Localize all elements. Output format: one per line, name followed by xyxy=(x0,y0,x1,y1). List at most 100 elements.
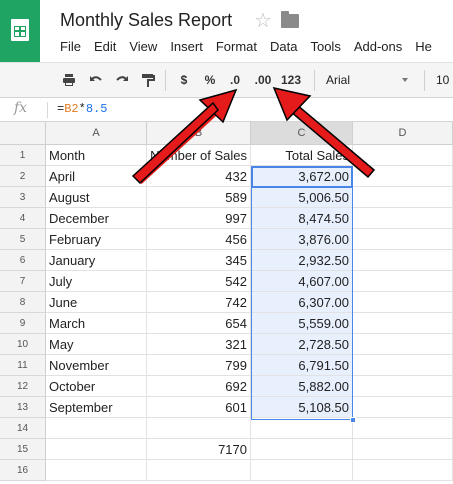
row-header[interactable]: 8 xyxy=(0,292,46,313)
cell-d3[interactable] xyxy=(353,187,453,208)
cell-c3[interactable]: 5,006.50 xyxy=(251,187,353,208)
cell-c12[interactable]: 5,882.00 xyxy=(251,376,353,397)
cell-a6[interactable]: January xyxy=(46,250,147,271)
row-header[interactable]: 15 xyxy=(0,439,46,460)
menu-file[interactable]: File xyxy=(60,39,81,55)
cell-b13[interactable]: 601 xyxy=(147,397,251,418)
cell-b7[interactable]: 542 xyxy=(147,271,251,292)
cell-d1[interactable] xyxy=(353,145,453,166)
cell-b4[interactable]: 997 xyxy=(147,208,251,229)
currency-format-button[interactable]: $ xyxy=(176,63,192,97)
undo-icon[interactable] xyxy=(89,73,103,87)
cell-c11[interactable]: 6,791.50 xyxy=(251,355,353,376)
cell-a5[interactable]: February xyxy=(46,229,147,250)
cell-a9[interactable]: March xyxy=(46,313,147,334)
formula-input[interactable]: =B2*8.5 xyxy=(57,102,107,116)
cell-c5[interactable]: 3,876.00 xyxy=(251,229,353,250)
more-formats-button[interactable]: 123 xyxy=(276,63,306,97)
cell-d15[interactable] xyxy=(353,439,453,460)
column-header-c[interactable]: C xyxy=(251,122,353,145)
row-header[interactable]: 4 xyxy=(0,208,46,229)
cell-d14[interactable] xyxy=(353,418,453,439)
font-size-select[interactable]: 10 xyxy=(436,63,449,97)
cell-c1[interactable]: Total Sales xyxy=(251,145,353,166)
cell-a4[interactable]: December xyxy=(46,208,147,229)
cell-a2[interactable]: April xyxy=(46,166,147,187)
cell-c13[interactable]: 5,108.50 xyxy=(251,397,353,418)
menu-insert[interactable]: Insert xyxy=(170,39,203,55)
cell-a12[interactable]: October xyxy=(46,376,147,397)
cell-d4[interactable] xyxy=(353,208,453,229)
column-header-d[interactable]: D xyxy=(353,122,453,145)
cell-a10[interactable]: May xyxy=(46,334,147,355)
cell-d6[interactable] xyxy=(353,250,453,271)
cell-c9[interactable]: 5,559.00 xyxy=(251,313,353,334)
row-header[interactable]: 12 xyxy=(0,376,46,397)
cell-d5[interactable] xyxy=(353,229,453,250)
cell-c4[interactable]: 8,474.50 xyxy=(251,208,353,229)
cell-d9[interactable] xyxy=(353,313,453,334)
cell-b2[interactable]: 432 xyxy=(147,166,251,187)
cell-c7[interactable]: 4,607.00 xyxy=(251,271,353,292)
print-icon[interactable] xyxy=(62,73,76,87)
menu-help[interactable]: He xyxy=(415,39,432,55)
menu-tools[interactable]: Tools xyxy=(310,39,340,55)
cell-b11[interactable]: 799 xyxy=(147,355,251,376)
row-header[interactable]: 10 xyxy=(0,334,46,355)
cell-b14[interactable] xyxy=(147,418,251,439)
select-all-corner[interactable] xyxy=(0,122,46,145)
row-header[interactable]: 6 xyxy=(0,250,46,271)
row-header[interactable]: 14 xyxy=(0,418,46,439)
star-icon[interactable]: ☆ xyxy=(254,10,272,32)
cell-d12[interactable] xyxy=(353,376,453,397)
row-header[interactable]: 1 xyxy=(0,145,46,166)
row-header[interactable]: 5 xyxy=(0,229,46,250)
cell-c8[interactable]: 6,307.00 xyxy=(251,292,353,313)
cell-c14[interactable] xyxy=(251,418,353,439)
cell-b5[interactable]: 456 xyxy=(147,229,251,250)
column-header-a[interactable]: A xyxy=(46,122,147,145)
cell-c10[interactable]: 2,728.50 xyxy=(251,334,353,355)
cell-b15[interactable]: 7170 xyxy=(147,439,251,460)
cell-b1[interactable]: Number of Sales xyxy=(147,145,251,166)
decrease-decimal-button[interactable]: .0 xyxy=(224,63,246,97)
font-select[interactable]: Arial xyxy=(322,63,414,97)
cell-c15[interactable] xyxy=(251,439,353,460)
row-header[interactable]: 16 xyxy=(0,460,46,481)
row-header[interactable]: 9 xyxy=(0,313,46,334)
folder-icon[interactable] xyxy=(281,11,299,28)
cell-d13[interactable] xyxy=(353,397,453,418)
increase-decimal-button[interactable]: .00 xyxy=(250,63,276,97)
cell-a8[interactable]: June xyxy=(46,292,147,313)
cell-d8[interactable] xyxy=(353,292,453,313)
cell-b9[interactable]: 654 xyxy=(147,313,251,334)
document-title[interactable]: Monthly Sales Report xyxy=(60,10,232,31)
cell-d11[interactable] xyxy=(353,355,453,376)
row-header[interactable]: 7 xyxy=(0,271,46,292)
cell-b12[interactable]: 692 xyxy=(147,376,251,397)
cell-a15[interactable] xyxy=(46,439,147,460)
cell-a7[interactable]: July xyxy=(46,271,147,292)
column-header-b[interactable]: B xyxy=(147,122,251,145)
menu-addons[interactable]: Add-ons xyxy=(354,39,402,55)
menu-edit[interactable]: Edit xyxy=(94,39,116,55)
cell-a1[interactable]: Month xyxy=(46,145,147,166)
cell-d7[interactable] xyxy=(353,271,453,292)
cell-b8[interactable]: 742 xyxy=(147,292,251,313)
cell-c6[interactable]: 2,932.50 xyxy=(251,250,353,271)
menu-view[interactable]: View xyxy=(129,39,157,55)
cell-d16[interactable] xyxy=(353,460,453,481)
cell-b3[interactable]: 589 xyxy=(147,187,251,208)
cell-b16[interactable] xyxy=(147,460,251,481)
cell-d2[interactable] xyxy=(353,166,453,187)
cell-c2[interactable]: 3,672.00 xyxy=(251,166,353,187)
cell-a14[interactable] xyxy=(46,418,147,439)
paint-format-icon[interactable] xyxy=(141,73,155,87)
menu-format[interactable]: Format xyxy=(216,39,257,55)
row-header[interactable]: 2 xyxy=(0,166,46,187)
cell-c16[interactable] xyxy=(251,460,353,481)
cell-a13[interactable]: September xyxy=(46,397,147,418)
cell-b10[interactable]: 321 xyxy=(147,334,251,355)
cell-d10[interactable] xyxy=(353,334,453,355)
percent-format-button[interactable]: % xyxy=(201,63,219,97)
